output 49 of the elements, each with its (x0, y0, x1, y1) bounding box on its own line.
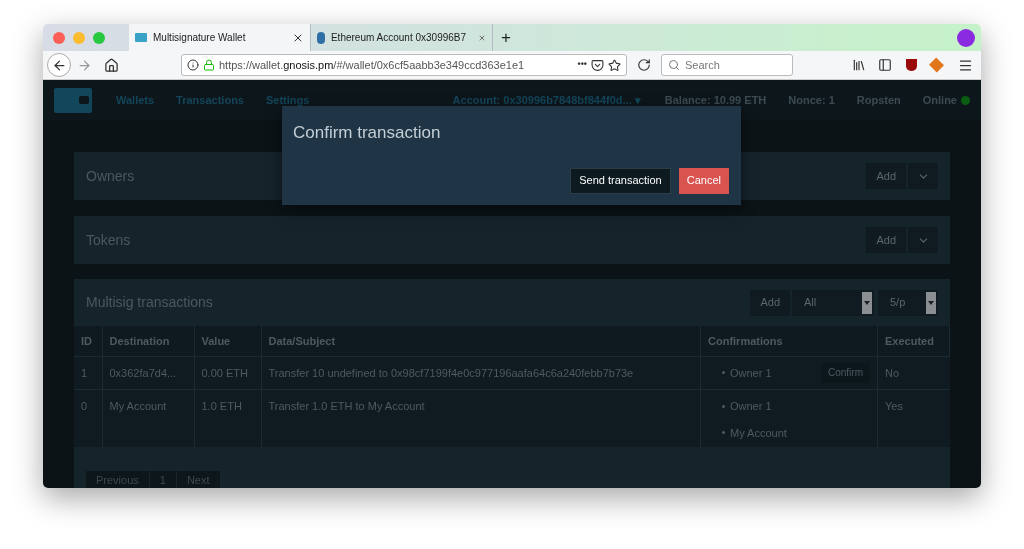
reload-icon[interactable] (637, 58, 651, 72)
wallet-icon (135, 33, 147, 42)
forward-icon[interactable] (77, 57, 92, 73)
home-icon[interactable] (104, 57, 119, 73)
modal-title: Confirm transaction (293, 122, 442, 144)
page-size-select[interactable]: 5/p (878, 289, 938, 316)
wallet-logo-icon (54, 87, 92, 113)
bullet-icon (722, 404, 725, 408)
sidebar-icon[interactable] (878, 58, 892, 72)
table-cell: No (877, 356, 950, 390)
table-cell: 1.0 ETH (194, 389, 261, 447)
more-actions-icon[interactable]: ••• (577, 58, 587, 72)
address-bar[interactable]: https://wallet.gnosis.pm/#/wallet/0x6cf5aabb3e349ccd363e1e1 ••• (181, 54, 627, 76)
filter-select[interactable]: All (792, 289, 874, 316)
pocket-icon[interactable] (591, 58, 604, 72)
menu-icon[interactable] (958, 57, 973, 73)
cancel-button[interactable]: Cancel (678, 167, 729, 194)
back-button[interactable] (47, 53, 71, 77)
shield-icon[interactable] (906, 59, 917, 71)
add-button[interactable]: Add (866, 227, 906, 253)
bullet-icon (722, 431, 725, 435)
star-icon[interactable] (608, 58, 621, 72)
table-cell: My Account (102, 389, 194, 447)
nav-link[interactable]: Transactions (176, 91, 244, 109)
table-cell: Yes (877, 389, 950, 447)
browser-tab[interactable]: Multisignature Wallet (129, 24, 311, 51)
bullet-icon (722, 371, 725, 375)
tab-title: Ethereum Account 0x30996B7 (330, 31, 467, 45)
lock-icon (203, 59, 215, 71)
search-field[interactable]: Search (661, 54, 793, 76)
send-transaction-button[interactable]: Send transaction (570, 167, 671, 194)
confirmation-item: Owner 1 (730, 399, 772, 414)
confirm-button[interactable]: Confirm (821, 362, 870, 383)
url-text: https://wallet.gnosis.pm/#/wallet/0x6cf5aabb3e349ccd363e1e1 (219, 57, 526, 73)
back-arrow-icon (51, 57, 67, 73)
confirmation-item: My Account (730, 425, 787, 441)
account-dropdown[interactable]: Account: 0x30996b7848bf844f0d... ▾ (452, 91, 641, 109)
add-button[interactable]: Add (866, 163, 906, 189)
tab-title: Multisignature Wallet (153, 31, 246, 45)
library-icon[interactable] (852, 58, 866, 72)
add-button[interactable]: Add (750, 289, 790, 316)
search-icon (668, 59, 680, 71)
table-cell: Transfer 1.0 ETH to My Account (261, 389, 701, 447)
search-input[interactable]: Search (685, 56, 785, 74)
nav-link[interactable]: Wallets (116, 91, 155, 109)
info-icon (187, 59, 199, 71)
new-tab-button[interactable]: + (493, 24, 519, 51)
nav-link[interactable]: Settings (265, 91, 310, 109)
confirmation-item: Owner 1 (730, 365, 772, 381)
